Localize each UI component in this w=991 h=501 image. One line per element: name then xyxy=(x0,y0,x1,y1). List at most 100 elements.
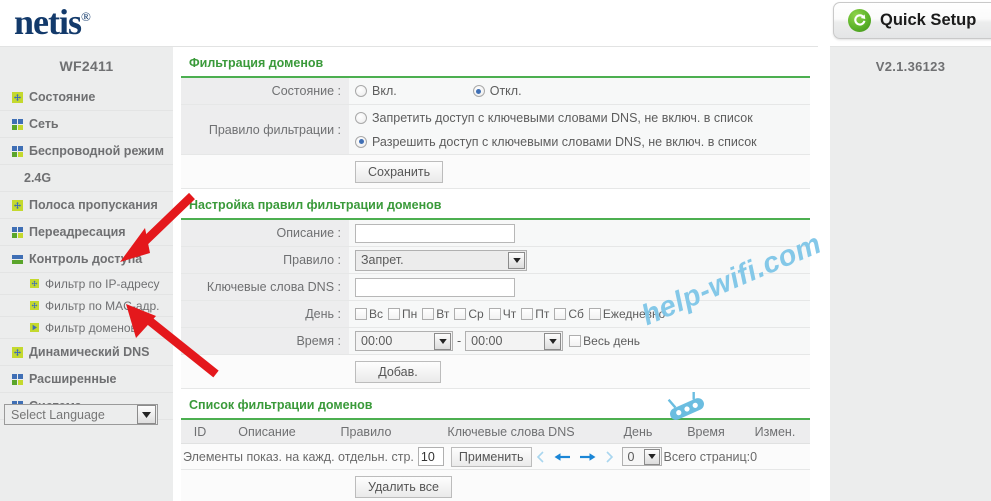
state-off-radio-wrap[interactable]: Откл. xyxy=(472,84,522,98)
sidebar-item-label: Состояние xyxy=(29,90,96,104)
rule-allow-label: Разрешить доступ с ключевыми словами DNS… xyxy=(372,134,757,149)
plus-square-icon xyxy=(12,346,23,358)
day-label-thu: Чт xyxy=(502,307,517,321)
day-checkbox-tue[interactable]: Вт xyxy=(422,307,449,321)
last-page-icon[interactable] xyxy=(604,450,614,463)
sidebar-item-label: Фильтр доменов xyxy=(45,320,137,335)
checkbox-icon[interactable] xyxy=(422,308,435,320)
prev-page-icon[interactable] xyxy=(554,451,571,463)
rule-select-value: Запрет. xyxy=(361,253,404,267)
sidebar-item-wireless[interactable]: Беспроводной режим xyxy=(0,138,173,165)
sidebar-item-ddns[interactable]: Динамический DNS xyxy=(0,339,173,366)
sidebar-item-label: Переадресация xyxy=(29,225,126,239)
time-to-select[interactable]: 00:00 xyxy=(465,331,564,351)
checkbox-icon[interactable] xyxy=(388,308,401,320)
sidebar-item-forwarding[interactable]: Переадресация xyxy=(0,219,173,246)
next-page-icon[interactable] xyxy=(579,451,596,463)
sidebar-item-label: Беспроводной режим xyxy=(29,144,165,158)
sidebar-item-label: Сеть xyxy=(29,117,59,131)
state-value: Вкл. Откл. xyxy=(349,78,810,104)
sidebar-item-network[interactable]: Сеть xyxy=(0,111,173,138)
section-title-domain-filter-list: Список фильтрации доменов xyxy=(181,389,810,420)
chevron-down-icon[interactable] xyxy=(544,332,562,350)
description-input[interactable] xyxy=(355,223,515,243)
quick-setup-button[interactable]: Quick Setup xyxy=(833,2,991,39)
column-header-dns-keywords: Ключевые слова DNS xyxy=(447,424,575,439)
checkbox-icon[interactable] xyxy=(569,335,582,347)
filter-rule-label: Правило фильтрации : xyxy=(181,105,349,154)
grid-squares-icon xyxy=(12,373,23,385)
day-checkbox-sat[interactable]: Сб xyxy=(554,307,584,321)
day-checkbox-mon[interactable]: Пн xyxy=(388,307,417,321)
plus-square-icon xyxy=(12,199,23,211)
radio-button-icon[interactable] xyxy=(355,85,367,97)
day-label-mon: Пн xyxy=(402,307,418,321)
radio-button-selected-icon[interactable] xyxy=(355,135,367,148)
save-button[interactable]: Сохранить xyxy=(355,160,444,183)
state-on-radio-wrap[interactable]: Вкл. xyxy=(355,84,397,98)
router-admin-page: netis® Quick Setup WF2411 Состояние Сеть… xyxy=(0,0,991,501)
day-checkbox-fri[interactable]: Пт xyxy=(521,307,549,321)
first-page-icon[interactable] xyxy=(536,450,546,463)
chevron-down-icon[interactable] xyxy=(643,448,660,465)
rule-row: Правило : Запрет. xyxy=(181,247,810,274)
checkbox-icon[interactable] xyxy=(554,308,567,320)
filter-rule-row: Правило фильтрации : Запретить доступ с … xyxy=(181,105,810,155)
time-to-value: 00:00 xyxy=(471,334,503,348)
sidebar-item-ip-filter[interactable]: Фильтр по IP-адресу xyxy=(0,273,173,295)
day-checkbox-wed[interactable]: Ср xyxy=(454,307,484,321)
rule-allow-option[interactable]: Разрешить доступ с ключевыми словами DNS… xyxy=(355,130,757,154)
checkbox-icon[interactable] xyxy=(521,308,534,320)
time-row: Время : 00:00 - 00:00 Весь день xyxy=(181,328,810,355)
day-checkbox-sun[interactable]: Вс xyxy=(355,307,383,321)
add-button[interactable]: Добав. xyxy=(355,360,441,383)
plus-square-icon xyxy=(12,91,23,103)
state-off-label: Откл. xyxy=(489,84,522,98)
language-select[interactable]: Select Language xyxy=(4,404,158,425)
day-label-sat: Сб xyxy=(568,307,584,321)
sidebar-item-24g[interactable]: 2.4G xyxy=(0,165,173,192)
sidebar-item-advanced[interactable]: Расширенные xyxy=(0,366,173,393)
radio-button-selected-icon[interactable] xyxy=(472,85,485,97)
sidebar-item-domain-filter[interactable]: Фильтр доменов xyxy=(0,317,173,339)
state-label: Состояние : xyxy=(181,78,349,104)
chevron-down-icon[interactable] xyxy=(508,251,525,269)
checkbox-icon[interactable] xyxy=(454,308,467,320)
sidebar-item-bandwidth[interactable]: Полоса пропускания xyxy=(0,192,173,219)
sidebar-item-label: Расширенные xyxy=(29,372,117,386)
filter-rule-options: Запретить доступ с ключевыми словами DNS… xyxy=(349,105,810,154)
rule-select[interactable]: Запрет. xyxy=(355,249,527,271)
chevron-down-icon[interactable] xyxy=(434,332,451,350)
column-header-description: Описание xyxy=(238,424,296,439)
add-button-row: Добав. xyxy=(181,355,810,389)
delete-all-button[interactable]: Удалить все xyxy=(355,476,452,498)
page-select-value: 0 xyxy=(627,449,635,464)
day-checkbox-thu[interactable]: Чт xyxy=(488,307,517,321)
total-pages-label: Всего страниц:0 xyxy=(663,449,758,464)
sidebar-item-access-control[interactable]: Контроль доступа xyxy=(0,246,173,273)
plus-square-icon xyxy=(30,279,39,288)
per-page-input[interactable] xyxy=(417,447,444,466)
all-day-label: Весь день xyxy=(583,334,640,348)
rule-label: Правило : xyxy=(181,247,349,273)
dns-keywords-input[interactable] xyxy=(355,277,515,297)
sidebar-item-status[interactable]: Состояние xyxy=(0,84,173,111)
chevron-down-icon[interactable] xyxy=(137,405,156,424)
all-day-checkbox[interactable]: Весь день xyxy=(569,334,640,348)
radio-button-icon[interactable] xyxy=(355,111,367,124)
content-right-gap xyxy=(818,46,830,501)
apply-button[interactable]: Применить xyxy=(450,446,532,467)
state-on-label: Вкл. xyxy=(372,84,397,98)
sidebar-item-mac-filter[interactable]: Фильтр по MAC-адр. xyxy=(0,295,173,317)
grid-squares-icon xyxy=(12,145,23,157)
page-select[interactable]: 0 xyxy=(621,447,662,466)
time-label: Время : xyxy=(181,328,349,354)
checkbox-icon[interactable] xyxy=(488,308,501,320)
sidebar-item-label: Фильтр по MAC-адр. xyxy=(45,298,160,313)
checkbox-icon[interactable] xyxy=(588,308,601,320)
column-header-edit: Измен. xyxy=(754,424,796,439)
checkbox-icon[interactable] xyxy=(355,308,367,320)
day-checkbox-everyday[interactable]: Ежедневно xyxy=(588,307,665,321)
rule-deny-option[interactable]: Запретить доступ с ключевыми словами DNS… xyxy=(355,106,753,130)
time-from-select[interactable]: 00:00 xyxy=(355,331,453,351)
